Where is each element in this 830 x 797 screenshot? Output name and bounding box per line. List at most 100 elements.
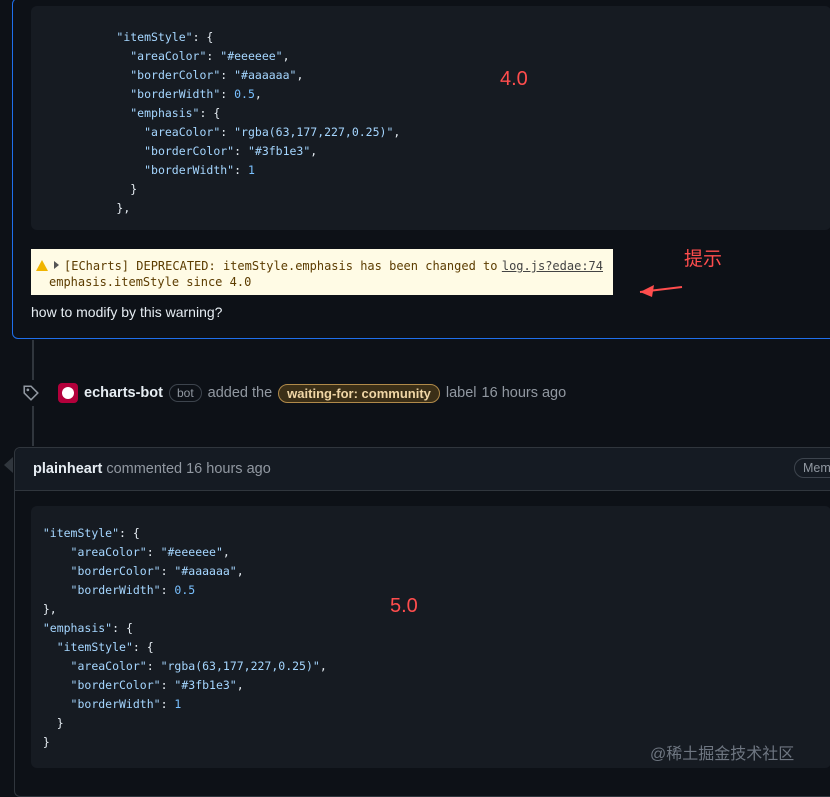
warning-line-2: emphasis.itemStyle since 4.0 bbox=[49, 275, 252, 289]
code-token: , bbox=[254, 87, 262, 101]
code-token: "areaColor" bbox=[144, 125, 221, 139]
code-token: : bbox=[160, 583, 175, 597]
code-line: "itemStyle": { bbox=[29, 524, 327, 543]
bot-badge: bot bbox=[168, 384, 202, 402]
code-token: "rgba(63,177,227,0.25)" bbox=[160, 659, 320, 673]
code-token: , bbox=[282, 49, 290, 63]
code-token: : bbox=[220, 125, 235, 139]
code-token: , bbox=[236, 564, 244, 578]
code-token: , bbox=[236, 678, 244, 692]
timeline-line bbox=[32, 406, 34, 446]
code-line: }, bbox=[29, 600, 327, 619]
code-token: "emphasis" bbox=[130, 106, 200, 120]
code-token: : { bbox=[192, 30, 214, 44]
code-token: : bbox=[234, 144, 248, 158]
code-token: : bbox=[146, 545, 161, 559]
comment-author-link[interactable]: plainheart bbox=[33, 461, 102, 477]
code-line: "itemStyle": { bbox=[29, 638, 327, 657]
code-token: : bbox=[206, 49, 221, 63]
watermark: @稀土掘金技术社区 bbox=[650, 746, 795, 763]
code-block-5: "itemStyle": { "areaColor": "#eeeeee", "… bbox=[31, 506, 830, 768]
event-timestamp[interactable]: 16 hours ago bbox=[482, 385, 567, 401]
timeline-line bbox=[32, 340, 34, 380]
code-token: 0.5 bbox=[234, 87, 255, 101]
comment-meta[interactable]: commented 16 hours ago bbox=[106, 461, 270, 477]
expand-triangle-icon bbox=[54, 261, 59, 269]
code-line: "borderWidth": 0.5, bbox=[61, 85, 400, 104]
code-token: : bbox=[160, 564, 175, 578]
code-line: "borderWidth": 1 bbox=[29, 695, 327, 714]
code-token: : { bbox=[119, 526, 140, 540]
code-line: "emphasis": { bbox=[61, 104, 400, 123]
code-token: : bbox=[220, 87, 235, 101]
comment-header: plainheart commented 16 hours ago Mem bbox=[15, 448, 830, 491]
comment-question: how to modify by this warning? bbox=[31, 304, 223, 320]
code-token: 1 bbox=[174, 697, 182, 711]
code-token: "borderWidth" bbox=[144, 163, 235, 177]
code-token: : bbox=[160, 697, 175, 711]
code-token: "borderWidth" bbox=[130, 87, 221, 101]
code-token: : bbox=[220, 68, 235, 82]
code-line: "borderColor": "#3fb1e3", bbox=[61, 142, 400, 161]
code-token: : bbox=[160, 678, 175, 692]
code-token: "itemStyle" bbox=[56, 640, 133, 654]
code-line: } bbox=[29, 733, 327, 752]
warning-line-1: [ECharts] DEPRECATED: itemStyle.emphasis… bbox=[36, 259, 497, 273]
code-line: }, bbox=[61, 199, 400, 218]
code-token: }, bbox=[116, 201, 131, 215]
code-token: "#eeeeee" bbox=[160, 545, 223, 559]
code-block-4: "itemStyle": { "areaColor": "#eeeeee", "… bbox=[31, 6, 830, 230]
code-token: "areaColor" bbox=[130, 49, 207, 63]
code-line: } bbox=[61, 180, 400, 199]
version-annotation-5: 5.0 bbox=[390, 595, 418, 617]
code-line: "borderWidth": 1 bbox=[61, 161, 400, 180]
code-token: "#3fb1e3" bbox=[174, 678, 237, 692]
code-text: "itemStyle": { "areaColor": "#eeeeee", "… bbox=[29, 524, 327, 752]
code-token: "#3fb1e3" bbox=[247, 144, 311, 158]
code-token: "rgba(63,177,227,0.25)" bbox=[234, 125, 394, 139]
code-line: "areaColor": "#eeeeee", bbox=[29, 543, 327, 562]
code-token: "borderWidth" bbox=[70, 583, 161, 597]
echarts-bot-avatar[interactable] bbox=[58, 383, 78, 403]
code-token: "areaColor" bbox=[70, 545, 147, 559]
code-token: : { bbox=[112, 621, 133, 635]
code-token: "itemStyle" bbox=[42, 526, 120, 540]
code-token: "#aaaaaa" bbox=[234, 68, 297, 82]
warning-source-link[interactable]: log.js?edae:74 bbox=[502, 259, 603, 273]
code-token: "borderColor" bbox=[130, 68, 221, 82]
code-line: "itemStyle": { bbox=[61, 28, 400, 47]
event-action-text: added the bbox=[207, 385, 273, 401]
code-token: "emphasis" bbox=[42, 621, 113, 635]
code-line: "borderWidth": 0.5 bbox=[29, 581, 327, 600]
code-token: "#eeeeee" bbox=[220, 49, 283, 63]
code-text: "itemStyle": { "areaColor": "#eeeeee", "… bbox=[61, 28, 400, 218]
code-line: } bbox=[29, 714, 327, 733]
code-line: "emphasis": { bbox=[29, 619, 327, 638]
code-token: } bbox=[56, 716, 64, 730]
comment-author-line: plainheart commented 16 hours ago bbox=[33, 461, 271, 477]
tag-icon bbox=[23, 385, 39, 401]
red-arrow-icon bbox=[639, 285, 683, 297]
code-token: 1 bbox=[247, 163, 255, 177]
hint-annotation: 提示 bbox=[684, 249, 723, 270]
code-token: "itemStyle" bbox=[116, 30, 193, 44]
warning-icon bbox=[36, 260, 48, 271]
code-token: "#aaaaaa" bbox=[174, 564, 237, 578]
code-token: "areaColor" bbox=[70, 659, 147, 673]
code-token: } bbox=[130, 182, 138, 196]
code-token: : { bbox=[132, 640, 154, 654]
code-token: }, bbox=[42, 602, 57, 616]
event-suffix-text: label bbox=[445, 385, 477, 401]
version-annotation-4: 4.0 bbox=[500, 68, 528, 90]
code-line: "borderColor": "#aaaaaa", bbox=[29, 562, 327, 581]
code-token: : bbox=[146, 659, 161, 673]
code-token: , bbox=[319, 659, 327, 673]
member-badge: Mem bbox=[794, 458, 830, 478]
waiting-for-community-label[interactable]: waiting-for: community bbox=[278, 383, 440, 403]
label-event: echarts-bot bot added the waiting-for: c… bbox=[22, 380, 822, 406]
code-token: "borderColor" bbox=[70, 678, 161, 692]
code-token: 0.5 bbox=[174, 583, 196, 597]
code-token: "borderWidth" bbox=[70, 697, 161, 711]
code-line: "borderColor": "#aaaaaa", bbox=[61, 66, 400, 85]
event-actor-link[interactable]: echarts-bot bbox=[84, 385, 163, 401]
